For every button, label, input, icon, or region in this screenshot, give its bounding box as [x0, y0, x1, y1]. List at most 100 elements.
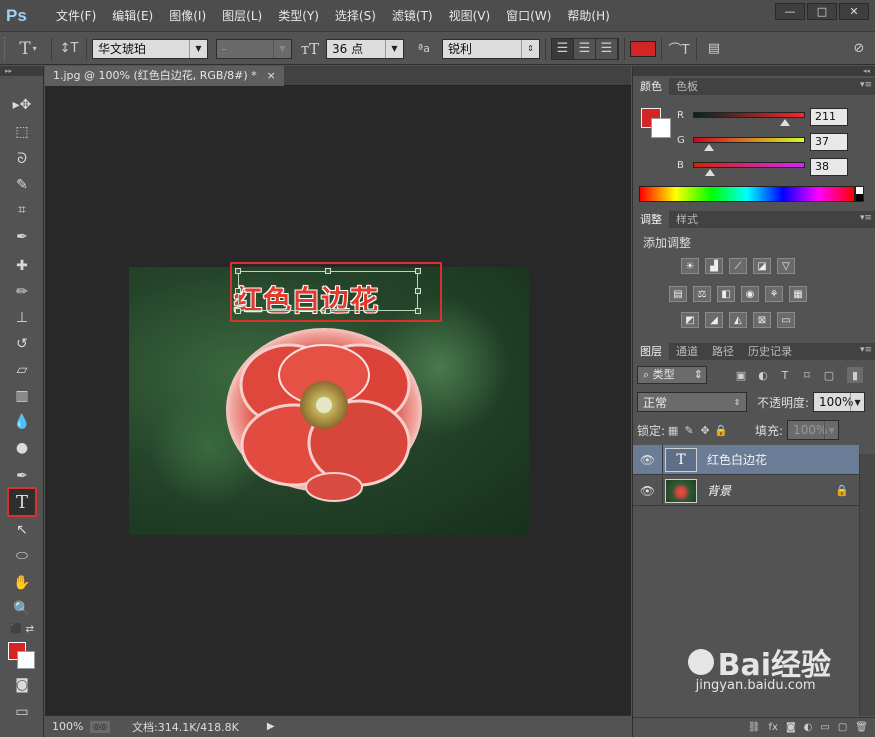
- lasso-tool-icon[interactable]: ᘐ: [7, 148, 37, 170]
- menu-view[interactable]: 视图(V): [441, 0, 499, 32]
- color-panel-background[interactable]: [651, 118, 671, 138]
- swap-colors-icon[interactable]: ⬛ ⇄: [7, 622, 37, 636]
- layer-style-icon[interactable]: fx: [769, 722, 778, 733]
- zoom-tool-icon[interactable]: 🔍: [7, 598, 37, 620]
- brightness-icon[interactable]: ☀: [681, 258, 699, 274]
- hue-saturation-icon[interactable]: ▤: [669, 286, 687, 302]
- slider-track[interactable]: [693, 162, 805, 168]
- menu-edit[interactable]: 编辑(E): [104, 0, 161, 32]
- new-layer-icon[interactable]: ▢: [838, 722, 847, 733]
- align-left-icon[interactable]: ☰: [552, 38, 574, 59]
- visibility-eye-icon[interactable]: 👁: [633, 444, 663, 475]
- menu-file[interactable]: 文件(F): [48, 0, 104, 32]
- panel-menu-icon[interactable]: ▾≡: [860, 213, 872, 223]
- type-tool-icon[interactable]: T: [7, 487, 37, 517]
- color-spectrum[interactable]: [639, 186, 855, 202]
- status-menu-arrow-icon[interactable]: ▶: [267, 721, 275, 732]
- slider-track[interactable]: [693, 112, 805, 118]
- tab-styles[interactable]: 样式: [669, 211, 705, 228]
- font-family-dropdown[interactable]: 华文琥珀 ▼: [92, 38, 208, 59]
- close-icon[interactable]: ✕: [839, 3, 869, 20]
- path-selection-tool-icon[interactable]: ↖: [7, 519, 37, 541]
- channel-mixer-icon[interactable]: ⚘: [765, 286, 783, 302]
- panel-dock-header[interactable]: ◂◂: [633, 66, 875, 76]
- type-tool-preset-icon[interactable]: T ▾: [10, 37, 46, 61]
- align-right-icon[interactable]: ☰: [596, 38, 618, 59]
- tab-layers[interactable]: 图层: [633, 343, 669, 360]
- tab-color[interactable]: 颜色: [633, 78, 669, 95]
- color-spectrum-bw[interactable]: [855, 186, 864, 202]
- toggle-text-orientation-icon[interactable]: ↕T: [57, 38, 81, 60]
- status-share-icon[interactable]: ◎◎: [90, 720, 110, 733]
- opacity-field[interactable]: 100% ▼: [813, 392, 866, 412]
- lock-transparent-icon[interactable]: ▦: [665, 422, 681, 438]
- photo-filter-icon[interactable]: ◉: [741, 286, 759, 302]
- menu-help[interactable]: 帮助(H): [559, 0, 617, 32]
- blur-tool-icon[interactable]: 💧: [7, 411, 37, 433]
- dodge-tool-icon[interactable]: ●: [7, 437, 37, 459]
- menu-layer[interactable]: 图层(L): [214, 0, 270, 32]
- layer-row-text[interactable]: 👁 T 红色白边花: [633, 444, 859, 475]
- color-balance-icon[interactable]: ⚖: [693, 286, 711, 302]
- clone-stamp-tool-icon[interactable]: ⊥: [7, 307, 37, 329]
- antialias-dropdown[interactable]: 锐利 ⇕: [442, 38, 540, 59]
- levels-icon[interactable]: ▟: [705, 258, 723, 274]
- status-zoom[interactable]: 100%: [45, 720, 90, 733]
- menu-image[interactable]: 图像(I): [161, 0, 214, 32]
- brush-tool-icon[interactable]: ✏: [7, 281, 37, 303]
- healing-brush-tool-icon[interactable]: ✚: [7, 255, 37, 277]
- visibility-eye-icon[interactable]: 👁: [633, 475, 663, 506]
- history-brush-tool-icon[interactable]: ↺: [7, 333, 37, 355]
- maximize-icon[interactable]: □: [807, 3, 837, 20]
- gradient-map-icon[interactable]: ▭: [777, 312, 795, 328]
- delete-layer-icon[interactable]: 🗑: [855, 722, 868, 733]
- eyedropper-tool-icon[interactable]: ✒: [7, 226, 37, 248]
- warp-text-icon[interactable]: ⌒T: [667, 38, 691, 60]
- lock-pixels-icon[interactable]: ✎: [681, 422, 697, 438]
- panel-menu-icon[interactable]: ▾≡: [860, 80, 872, 90]
- screen-mode-icon[interactable]: ▭: [7, 701, 37, 723]
- exposure-icon[interactable]: ◪: [753, 258, 771, 274]
- tab-adjustments[interactable]: 调整: [633, 211, 669, 228]
- minimize-icon[interactable]: —: [775, 3, 805, 20]
- crop-tool-icon[interactable]: ⌗: [7, 199, 37, 221]
- pen-tool-icon[interactable]: ✒: [7, 465, 37, 487]
- filter-toggle-icon[interactable]: ▮: [847, 367, 863, 383]
- black-white-icon[interactable]: ◧: [717, 286, 735, 302]
- lock-all-icon[interactable]: 🔒: [713, 422, 729, 438]
- slider-value[interactable]: 211: [810, 108, 848, 126]
- document-tab[interactable]: 1.jpg @ 100% (红色白边花, RGB/8#) * ×: [45, 66, 284, 86]
- ellipse-tool-icon[interactable]: ⬭: [7, 545, 37, 567]
- slider-track[interactable]: [693, 137, 805, 143]
- move-tool-icon[interactable]: ▸✥: [7, 94, 37, 116]
- tab-swatches[interactable]: 色板: [669, 78, 705, 95]
- color-lookup-icon[interactable]: ▦: [789, 286, 807, 302]
- character-panel-icon[interactable]: ▤: [702, 38, 726, 60]
- invert-icon[interactable]: ◩: [681, 312, 699, 328]
- curves-icon[interactable]: ⟋: [729, 258, 747, 274]
- menu-select[interactable]: 选择(S): [327, 0, 384, 32]
- quick-selection-tool-icon[interactable]: ✎: [7, 174, 37, 196]
- tab-paths[interactable]: 路径: [705, 343, 741, 360]
- new-adjustment-icon[interactable]: ◐: [804, 722, 813, 733]
- selective-color-icon[interactable]: ⊠: [753, 312, 771, 328]
- text-color-swatch[interactable]: [630, 40, 656, 57]
- font-style-dropdown[interactable]: - ▼: [216, 38, 292, 59]
- layers-scrollbar[interactable]: [859, 454, 875, 716]
- slider-thumb[interactable]: [780, 119, 790, 126]
- link-layers-icon[interactable]: ⛓: [748, 722, 761, 733]
- slider-thumb[interactable]: [704, 144, 714, 151]
- close-tab-icon[interactable]: ×: [267, 66, 276, 86]
- filter-pixel-icon[interactable]: ▣: [733, 367, 749, 383]
- layer-row-background[interactable]: 👁 背景 🔒: [633, 475, 859, 506]
- slider-value[interactable]: 38: [810, 158, 848, 176]
- tools-panel-header[interactable]: ▸▸: [0, 66, 43, 76]
- layer-filter-dropdown[interactable]: ⌕ 类型 ⇕: [637, 366, 707, 384]
- filter-smart-object-icon[interactable]: ▢: [821, 367, 837, 383]
- filter-adjustment-icon[interactable]: ◐: [755, 367, 771, 383]
- align-center-icon[interactable]: ☰: [574, 38, 596, 59]
- slider-thumb[interactable]: [705, 169, 715, 176]
- slider-value[interactable]: 37: [810, 133, 848, 151]
- add-mask-icon[interactable]: ◙: [786, 722, 796, 733]
- background-color-swatch[interactable]: [17, 651, 35, 669]
